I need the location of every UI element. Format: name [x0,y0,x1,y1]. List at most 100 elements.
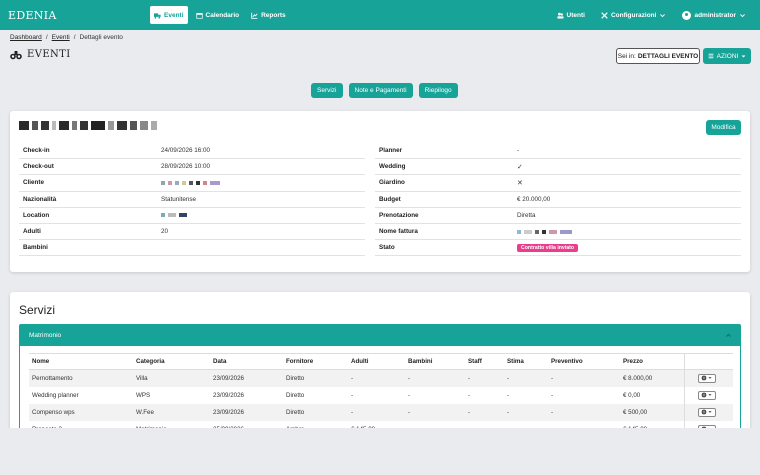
chevron-up-icon[interactable] [725,332,732,339]
table-cell: Diretto [283,403,348,421]
table-cell: - [504,369,548,387]
matrimonio-panel-header[interactable]: Matrimonio [20,325,740,346]
nav-reports[interactable]: Reports [247,6,290,24]
servizi-title: Servizi [19,303,56,317]
detail-value: 24/09/2026 16:00 [161,147,211,155]
sei-in-prefix: Sei in: [617,52,636,60]
chevron-down-icon [660,13,666,17]
detail-row-prenotazione: Prenotazione Diretta [375,208,741,224]
calendar-icon [195,12,203,19]
location-redacted-value [161,213,187,218]
detail-row-check-out: Check-out 28/09/2026 10:00 [19,159,365,176]
servizi-card: Servizi Matrimonio Nome Categoria Data F… [10,292,750,432]
nav-utenti[interactable]: Utenti [553,6,589,24]
detail-row-cliente: Cliente [19,175,365,192]
detail-row-nazionalita: Nazionalità Statunitense [19,192,365,208]
detail-row-wedding: Wedding ✓ [375,159,741,176]
table-cell: - [348,403,405,421]
detail-value: Statunitense [161,195,197,203]
detail-row-location: Location [19,208,365,224]
azioni-label: AZIONI [716,52,739,60]
table-cell: Diretto [283,369,348,387]
nav-calendario[interactable]: Calendario [192,6,244,24]
tab-note-pagamenti[interactable]: Note e Pagamenti [348,83,413,98]
gear-icon [701,409,707,415]
cross-icon: ✕ [517,179,523,187]
caret-down-icon [708,394,712,396]
col-adulti[interactable]: Adulti [348,353,405,370]
avatar-icon [682,10,692,20]
table-cell: - [465,369,504,387]
row-actions-button[interactable] [697,390,716,400]
detail-label: Check-out [23,163,54,171]
table-cell: - [504,403,548,421]
modifica-button[interactable]: Modifica [706,120,741,135]
breadcrumb-dashboard[interactable]: Dashboard [10,34,42,41]
brand-logo[interactable]: EDENIA [0,9,150,22]
col-categoria[interactable]: Categoria [133,353,210,370]
table-cell: - [548,403,620,421]
table-row[interactable]: Compenso wps W.Fee 23/09/2026 Diretto - - - - - €… [29,403,733,421]
detail-value: - [517,147,520,155]
col-data[interactable]: Data [210,353,283,370]
gear-icon [701,375,707,381]
detail-row-bambini: Bambini [19,240,365,257]
chevron-down-icon [740,13,745,17]
breadcrumb-eventi[interactable]: Eventi [52,34,70,41]
table-row[interactable]: Pernottamento Villa 23/09/2026 Diretto - - - - -… [29,369,733,387]
detail-label: Cliente [23,179,44,187]
event-details-card: Modifica Check-in 24/09/2026 16:00 Check-… [10,111,750,272]
nav-eventi[interactable]: Eventi [150,6,188,24]
azioni-dropdown-button[interactable]: AZIONI [703,48,751,64]
detail-label: Location [23,211,50,219]
breadcrumb-separator: / [73,34,76,41]
detail-row-giardino: Giardino ✕ [375,175,741,192]
breadcrumb: Dashboard / Eventi / Dettagli evento [10,34,123,41]
page-title-text: EVENTI [27,49,71,60]
detail-row-planner: Planner - [375,143,741,160]
gear-icon [701,392,707,398]
table-row[interactable]: Wedding planner WPS 23/09/2026 Diretto - - - - -… [29,386,733,404]
col-fornitore[interactable]: Fornitore [283,353,348,370]
nav-calendario-label: Calendario [205,11,240,19]
col-staff[interactable]: Staff [465,353,504,370]
table-cell: Diretto [286,391,305,399]
table-cell: - [348,369,405,387]
detail-value: € 20.000,00 [517,195,551,203]
breadcrumb-separator: / [45,34,48,41]
tab-riepilogo[interactable]: Riepilogo [418,83,458,98]
detail-label: Planner [379,147,403,155]
table-cell: W.Fee [133,403,210,421]
table-cell: - [507,391,510,399]
servizi-table: Nome Categoria Data Fornitore Adulti Bam… [29,353,733,432]
user-name: administrator [694,11,736,19]
tab-servizi[interactable]: Servizi [311,83,343,98]
col-bambini[interactable]: Bambini [405,353,465,370]
user-menu[interactable]: administrator [678,6,750,24]
table-cell: - [405,403,465,421]
caret-down-icon [741,55,746,57]
col-prezzo[interactable]: Prezzo [620,353,684,370]
nav-configurazioni[interactable]: Configurazioni [597,6,671,24]
table-cell: - [408,391,411,399]
row-actions-button[interactable] [697,407,716,417]
col-actions [683,353,733,370]
status-badge: Contratto villa inviato [517,243,579,252]
detail-label: Nazionalità [23,195,57,203]
col-stima[interactable]: Stima [504,353,548,370]
details-left-column: Check-in 24/09/2026 16:00 Check-out 28/09/… [19,143,375,257]
detail-label: Bambini [23,244,48,252]
col-nome[interactable]: Nome [29,353,133,370]
table-cell: 23/09/2026 [210,403,283,421]
detail-row-adulti: Adulti 20 [19,224,365,241]
breadcrumb-current: Dettagli evento [79,34,123,41]
nav-configurazioni-label: Configurazioni [610,11,657,19]
col-preventivo[interactable]: Preventivo [548,353,620,370]
table-cell: - [465,403,504,421]
nav-reports-label: Reports [261,11,286,19]
row-actions-button[interactable] [697,373,716,383]
table-cell: 23/09/2026 [210,369,283,387]
sei-in-value: DETTAGLI EVENTO [637,52,699,60]
check-icon: ✓ [517,163,523,171]
detail-label: Nome fattura [379,228,418,236]
